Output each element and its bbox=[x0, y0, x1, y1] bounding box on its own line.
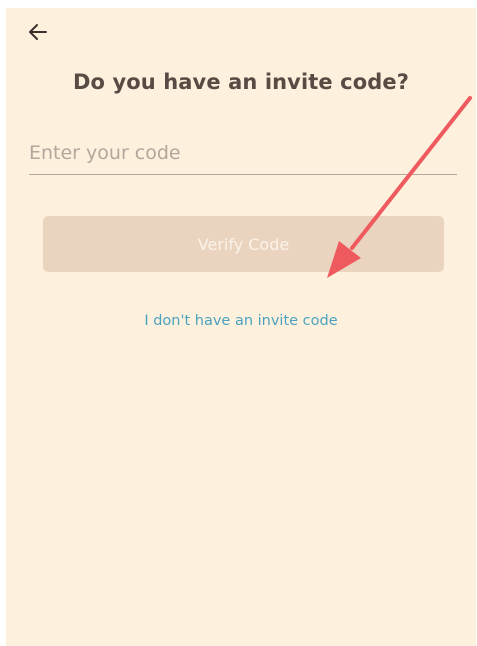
verify-code-button[interactable]: Verify Code bbox=[43, 216, 444, 272]
no-invite-code-link[interactable]: I don't have an invite code bbox=[6, 313, 476, 329]
arrow-left-icon bbox=[29, 24, 47, 40]
page-title: Do you have an invite code? bbox=[72, 70, 409, 94]
invite-code-screen: Do you have an invite code? Verify Code … bbox=[6, 8, 476, 646]
invite-code-input[interactable] bbox=[29, 136, 457, 175]
back-button[interactable] bbox=[26, 20, 50, 44]
